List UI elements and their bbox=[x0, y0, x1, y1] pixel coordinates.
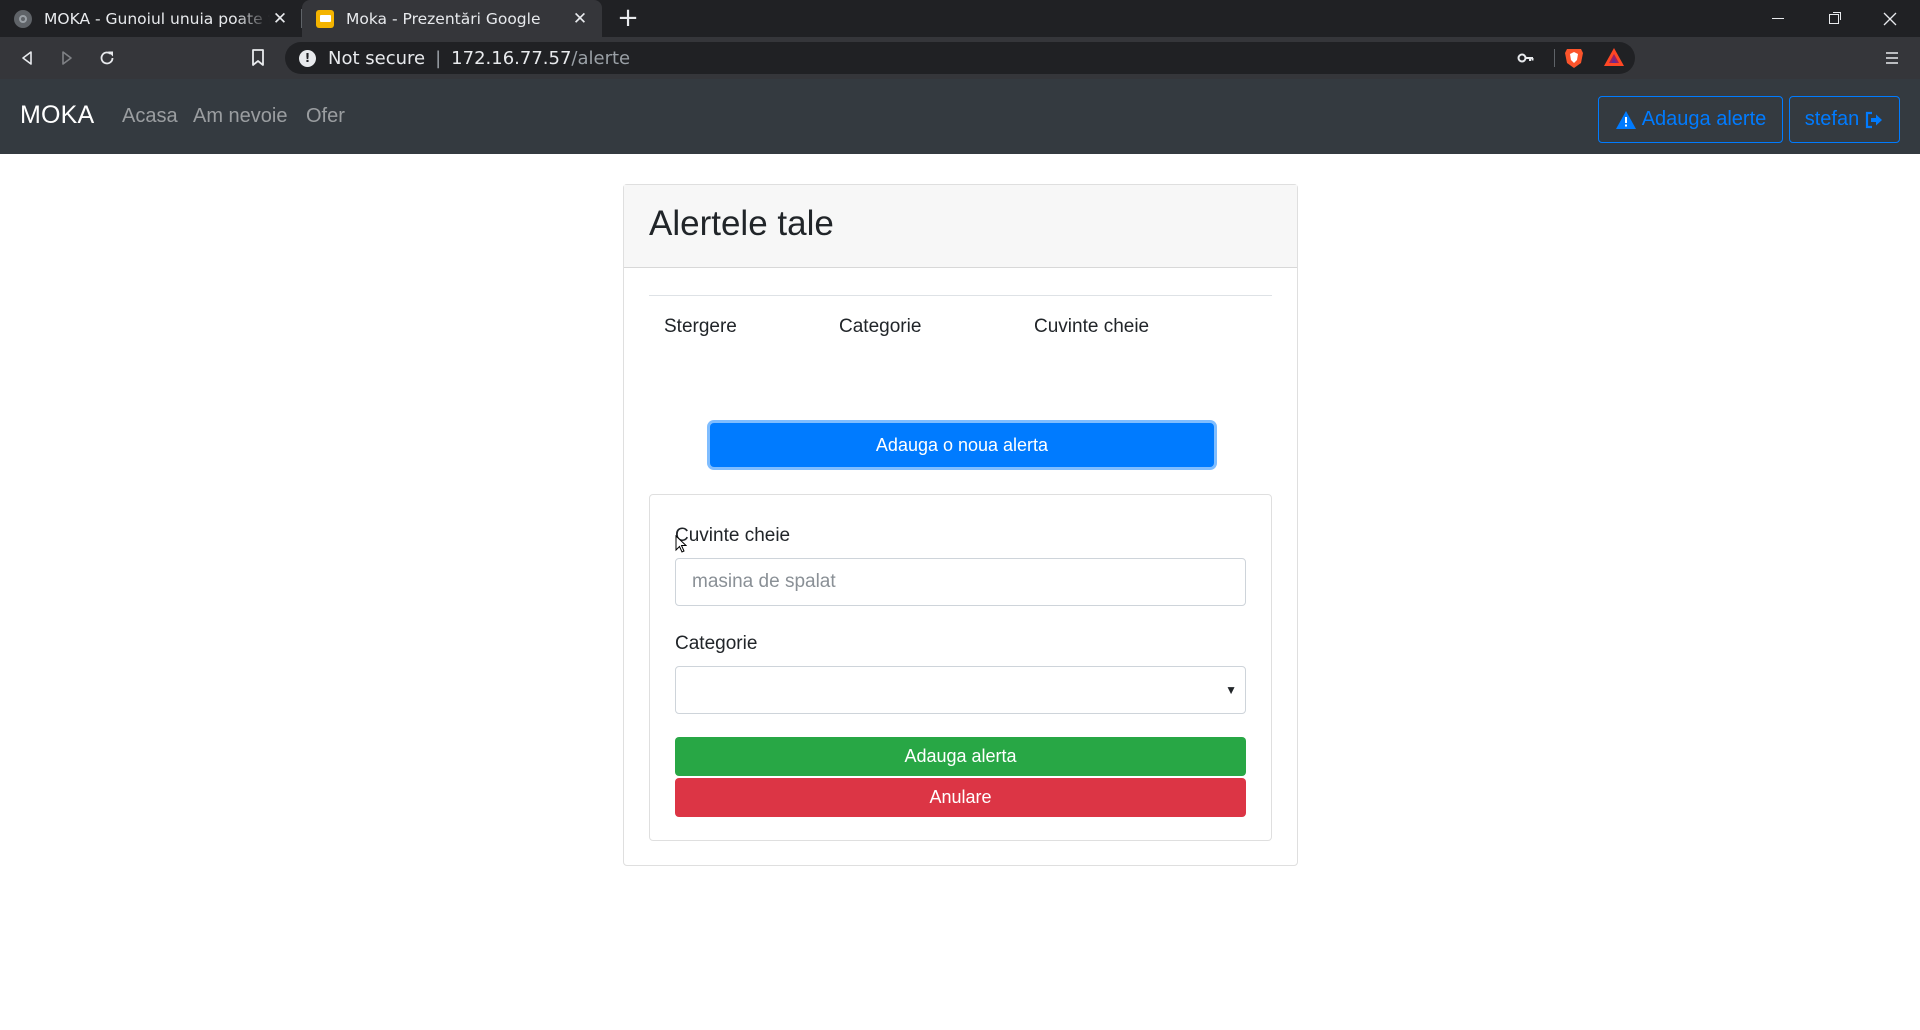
category-label: Categorie bbox=[675, 633, 758, 654]
browser-tab-strip: MOKA - Gunoiul unuia poate fi comoara al… bbox=[0, 0, 1920, 37]
info-icon[interactable]: ! bbox=[299, 49, 316, 67]
nav-link-am-nevoie[interactable]: Am nevoie bbox=[193, 105, 288, 128]
reload-icon[interactable] bbox=[92, 43, 122, 73]
table-header-categorie: Categorie bbox=[839, 316, 922, 337]
add-new-alert-button[interactable]: Adauga o noua alerta bbox=[710, 423, 1214, 467]
browser-toolbar: ! Not secure | 172.16.77.57/alerte bbox=[0, 37, 1920, 79]
brand-logo[interactable]: MOKA bbox=[20, 101, 94, 130]
bat-icon[interactable] bbox=[1603, 47, 1625, 72]
nav-link-ofer[interactable]: Ofer bbox=[306, 105, 345, 128]
close-tab-icon[interactable]: ✕ bbox=[570, 9, 590, 29]
submit-alert-button[interactable]: Adauga alerta bbox=[675, 737, 1246, 776]
slides-icon bbox=[316, 9, 334, 28]
bookmark-icon[interactable] bbox=[243, 43, 273, 73]
browser-tab-slides[interactable]: Moka - Prezentări Google ✕ bbox=[302, 0, 602, 37]
cancel-button[interactable]: Anulare bbox=[675, 778, 1246, 817]
back-icon[interactable] bbox=[12, 43, 42, 73]
sign-out-icon bbox=[1866, 111, 1883, 128]
site-navbar: MOKA Acasa Am nevoie Ofer Adauga alerte … bbox=[0, 79, 1920, 154]
user-logout-button[interactable]: stefan bbox=[1789, 96, 1900, 143]
caret-down-icon: ▼ bbox=[1225, 683, 1237, 697]
url-divider: | bbox=[435, 47, 442, 69]
tab-title: MOKA - Gunoiul unuia poate fi comoara al… bbox=[44, 9, 270, 28]
add-alerts-button[interactable]: Adauga alerte bbox=[1598, 96, 1783, 143]
keywords-input[interactable] bbox=[675, 558, 1246, 606]
browser-tab-moka[interactable]: MOKA - Gunoiul unuia poate fi comoara al… bbox=[0, 0, 302, 37]
restore-icon[interactable] bbox=[1806, 0, 1862, 37]
close-tab-icon[interactable]: ✕ bbox=[270, 9, 290, 29]
nav-link-acasa[interactable]: Acasa bbox=[122, 105, 178, 128]
forward-icon[interactable] bbox=[52, 43, 82, 73]
key-icon[interactable] bbox=[1517, 49, 1535, 72]
omnibox-divider bbox=[1554, 49, 1555, 67]
warning-icon bbox=[1615, 110, 1636, 129]
menu-icon[interactable] bbox=[1877, 43, 1907, 73]
globe-icon bbox=[14, 9, 32, 28]
brave-shield-icon[interactable] bbox=[1564, 47, 1584, 74]
category-select[interactable]: ▼ bbox=[675, 666, 1246, 714]
add-alerts-label: Adauga alerte bbox=[1641, 108, 1767, 130]
page-title: Alertele tale bbox=[649, 204, 834, 243]
user-name: stefan bbox=[1804, 108, 1860, 130]
card-header: Alertele tale bbox=[624, 185, 1297, 268]
table-top-border bbox=[649, 295, 1272, 296]
url-path: /alerte bbox=[571, 47, 631, 69]
mouse-cursor-icon bbox=[675, 535, 687, 553]
alerts-card: Alertele tale Stergere Categorie Cuvinte… bbox=[623, 184, 1298, 866]
close-window-icon[interactable] bbox=[1862, 0, 1918, 37]
minimize-icon[interactable] bbox=[1750, 0, 1806, 37]
new-alert-form: Cuvinte cheie Categorie ▼ Adauga alerta … bbox=[649, 494, 1272, 841]
table-header-cuvinte-cheie: Cuvinte cheie bbox=[1034, 316, 1150, 337]
url-host: 172.16.77.57 bbox=[451, 47, 572, 69]
new-tab-icon[interactable]: + bbox=[614, 4, 642, 32]
address-bar[interactable]: ! Not secure | 172.16.77.57/alerte bbox=[285, 42, 1635, 74]
table-header-stergere: Stergere bbox=[664, 316, 737, 337]
tab-title: Moka - Prezentări Google bbox=[346, 9, 541, 28]
keywords-label: Cuvinte cheie bbox=[675, 525, 791, 546]
security-status: Not secure bbox=[328, 47, 426, 69]
